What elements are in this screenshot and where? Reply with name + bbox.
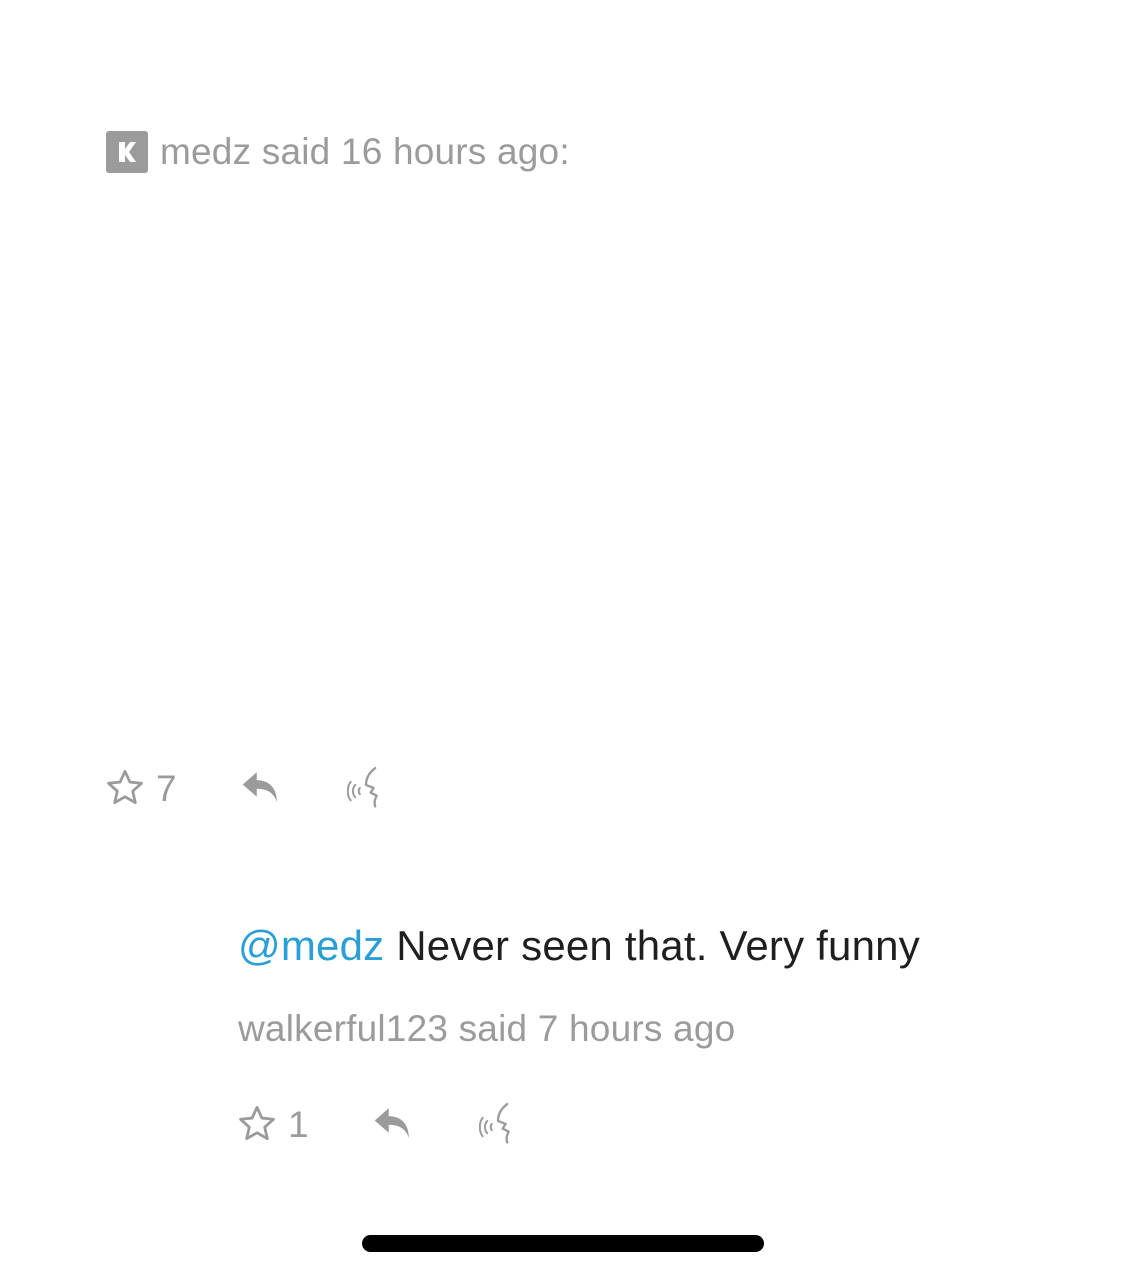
- star-outline-icon: [239, 1105, 275, 1141]
- reply-body: @medz Never seen that. Very funny: [238, 922, 920, 970]
- star-count: 1: [288, 1103, 309, 1145]
- reply-button[interactable]: [239, 767, 285, 809]
- mention-link[interactable]: @medz: [238, 922, 384, 969]
- kickstarter-k-icon: [106, 131, 148, 173]
- comment-actions: 7: [104, 763, 385, 813]
- reply-arrow-icon: [242, 772, 277, 802]
- comment-header: medz said 16 hours ago:: [106, 128, 570, 176]
- comment-meta: medz said 16 hours ago:: [160, 131, 570, 172]
- star-outline-icon: [107, 769, 143, 805]
- home-indicator[interactable]: [362, 1235, 764, 1252]
- reply-meta: walkerful123 said 7 hours ago: [238, 1008, 736, 1049]
- reply-arrow-icon: [374, 1108, 409, 1138]
- reply-text: Never seen that. Very funny: [384, 922, 920, 969]
- reply-actions: 1: [236, 1099, 517, 1149]
- report-button[interactable]: [346, 765, 385, 811]
- star-button[interactable]: 7: [104, 767, 177, 809]
- star-button[interactable]: 1: [236, 1103, 309, 1145]
- report-flag-icon: [478, 1102, 510, 1144]
- report-flag-icon: [346, 766, 378, 808]
- star-count: 7: [156, 767, 177, 809]
- reply-button[interactable]: [371, 1103, 417, 1145]
- report-button[interactable]: [478, 1101, 517, 1147]
